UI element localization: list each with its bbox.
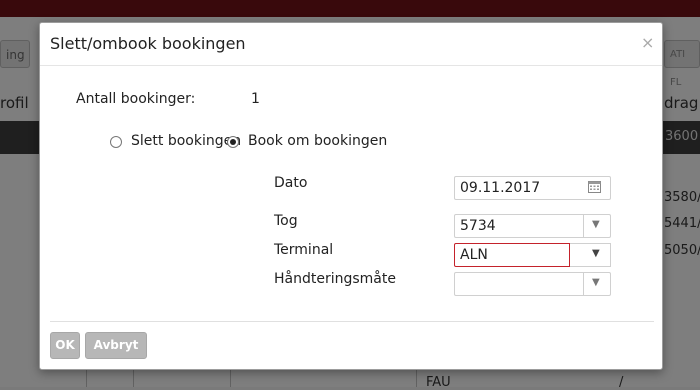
rebook-booking-radio[interactable] <box>227 136 239 148</box>
chevron-down-icon[interactable]: ▼ <box>592 219 600 230</box>
delete-booking-radio[interactable] <box>110 136 122 148</box>
train-select[interactable]: 5734 ▼ <box>454 214 611 238</box>
dialog-footer-divider <box>50 321 654 322</box>
dialog-header: Slett/ombook bookingen × <box>40 23 662 66</box>
rebook-dialog: Slett/ombook bookingen × Antall bookinge… <box>39 22 663 370</box>
dialog-title: Slett/ombook bookingen <box>50 34 246 53</box>
booking-count-value: 1 <box>251 91 260 107</box>
ok-button[interactable]: OK <box>50 332 80 359</box>
date-value[interactable]: 09.11.2017 <box>460 180 540 196</box>
delete-booking-label[interactable]: Slett bookingen <box>131 133 241 149</box>
terminal-label: Terminal <box>274 242 334 258</box>
terminal-dropdown-toggle[interactable] <box>570 243 611 267</box>
terminal-value[interactable] <box>460 247 575 263</box>
calendar-icon[interactable] <box>588 180 601 193</box>
train-value: 5734 <box>460 218 496 234</box>
close-icon[interactable]: × <box>641 33 654 52</box>
chevron-down-icon[interactable]: ▼ <box>592 277 600 288</box>
select-divider <box>583 215 584 237</box>
booking-count-label: Antall bookinger: <box>76 91 196 107</box>
rebook-booking-label[interactable]: Book om bookingen <box>248 133 387 149</box>
select-divider <box>583 273 584 295</box>
handling-method-select[interactable]: ▼ <box>454 272 611 296</box>
terminal-input[interactable]: ▼ <box>454 243 611 267</box>
date-label: Dato <box>274 175 308 191</box>
cancel-button[interactable]: Avbryt <box>85 332 147 359</box>
chevron-down-icon[interactable]: ▼ <box>592 248 600 259</box>
date-field[interactable]: 09.11.2017 <box>454 176 611 200</box>
handling-method-label: Håndteringsmåte <box>274 271 396 287</box>
train-label: Tog <box>274 213 298 229</box>
